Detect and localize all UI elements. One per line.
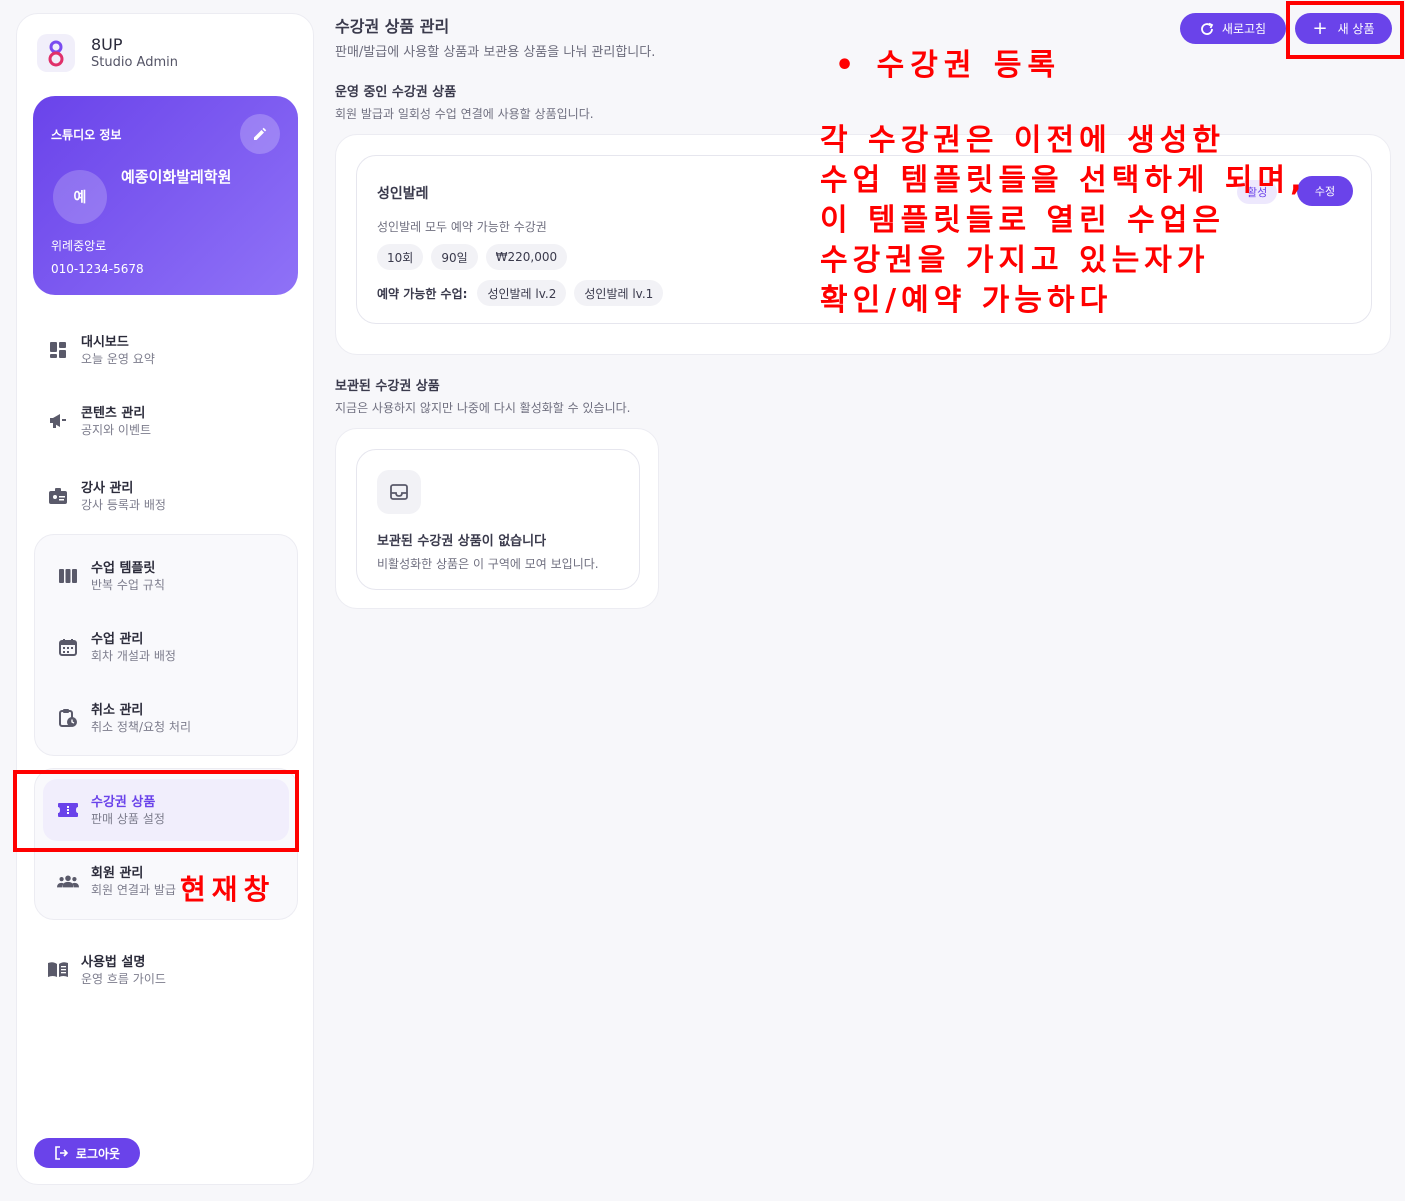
annotation-note-line: 확인/예약 가능하다 <box>820 283 1113 318</box>
current-page-highlight-box <box>13 770 299 852</box>
annotation-note-line: 이 템플릿들로 열린 수업은 <box>820 203 1225 238</box>
sidebar-item-label: 콘텐츠 관리 <box>81 405 146 421</box>
studio-name: 예종이화발레학원 <box>121 168 232 186</box>
sidebar-item-sub: 공지와 이벤트 <box>81 422 152 437</box>
sidebar-item-sub: 강사 등록과 배정 <box>81 497 166 512</box>
product-description: 성인발레 모두 예약 가능한 수강권 <box>377 220 547 234</box>
sidebar-item-class[interactable]: 수업 관리 회차 개설과 배정 <box>57 622 176 672</box>
empty-state-card: 보관된 수강권 상품이 없습니다 비활성화한 상품은 이 구역에 모여 보입니다… <box>356 449 640 590</box>
group-icon <box>57 870 79 892</box>
logout-button[interactable]: 로그아웃 <box>34 1138 140 1168</box>
product-period: 90일 <box>431 244 478 270</box>
product-price: ₩220,000 <box>485 244 568 270</box>
studio-info-card: 스튜디오 정보 예 예종이화발레학원 위례중앙로 010-1234-5678 <box>33 96 298 295</box>
sidebar-item-sub: 반복 수업 규칙 <box>91 577 165 592</box>
badge-icon <box>47 485 69 507</box>
studio-info-label: 스튜디오 정보 <box>51 128 122 142</box>
empty-state-subtitle: 비활성화한 상품은 이 구역에 모여 보입니다. <box>377 557 599 571</box>
sidebar-item-label: 수업 템플릿 <box>91 560 156 576</box>
refresh-button[interactable]: 새로고침 <box>1180 13 1286 44</box>
annotation-current: 현재창 <box>180 873 276 906</box>
sidebar-item-label: 강사 관리 <box>81 480 134 496</box>
annotation-register: • 수강권 등록 <box>835 48 1062 83</box>
sidebar: 8UP Studio Admin 스튜디오 정보 예 예종이화발레학원 위례중앙… <box>16 13 314 1185</box>
sidebar-item-label: 수업 관리 <box>91 631 144 647</box>
annotation-note: 각 수강권은 이전에 생성한 수업 템플릿들을 선택하게 되며, 이 템플릿들로… <box>820 121 1307 321</box>
product-count: 10회 <box>377 244 424 270</box>
logout-label: 로그아웃 <box>75 1146 121 1161</box>
class-nav-group: 수업 템플릿 반복 수업 규칙 수업 관리 회차 개설과 배정 취소 관리 취소 정책… <box>34 534 298 756</box>
product-attributes: 10회 90일 ₩220,000 <box>377 244 575 270</box>
pencil-icon <box>254 127 267 140</box>
sidebar-item-label: 사용법 설명 <box>81 954 146 970</box>
sidebar-item-label: 취소 관리 <box>91 702 144 718</box>
logout-icon <box>55 1146 68 1160</box>
sidebar-item-sub: 취소 정책/요청 처리 <box>91 719 191 734</box>
archived-section-title: 보관된 수강권 상품 <box>335 379 440 394</box>
sidebar-item-content[interactable]: 콘텐츠 관리 공지와 이벤트 <box>47 396 151 446</box>
calendar-icon <box>57 636 79 658</box>
brand[interactable]: 8UP Studio Admin <box>37 34 178 72</box>
archived-section-subtitle: 지금은 사용하지 않지만 나중에 다시 활성화할 수 있습니다. <box>335 401 631 415</box>
sidebar-item-cancel[interactable]: 취소 관리 취소 정책/요청 처리 <box>57 693 191 743</box>
studio-avatar: 예 <box>53 170 107 224</box>
active-section-subtitle: 회원 발급과 일회성 수업 연결에 사용할 상품입니다. <box>335 107 594 121</box>
empty-state-title: 보관된 수강권 상품이 없습니다 <box>377 534 547 549</box>
dashboard-icon <box>47 339 69 361</box>
page-subtitle: 판매/발급에 사용할 상품과 보관용 상품을 나눠 관리합니다. <box>335 45 656 60</box>
inbox-icon <box>377 470 421 514</box>
studio-address: 위례중앙로 <box>51 239 107 253</box>
sidebar-item-template[interactable]: 수업 템플릿 반복 수업 규칙 <box>57 551 165 601</box>
new-product-highlight-box <box>1286 1 1404 59</box>
refresh-label: 새로고침 <box>1221 22 1267 36</box>
sidebar-item-dashboard[interactable]: 대시보드 오늘 운영 요약 <box>47 325 155 375</box>
brand-subtitle: Studio Admin <box>91 54 178 70</box>
page-title: 수강권 상품 관리 <box>335 17 450 36</box>
product-classes: 예약 가능한 수업: 성인발레 lv.2 성인발레 lv.1 <box>377 280 671 306</box>
columns-icon <box>57 565 79 587</box>
sidebar-item-label: 회원 관리 <box>91 865 144 881</box>
clipboard-clock-icon <box>57 707 79 729</box>
refresh-icon <box>1201 22 1214 35</box>
product-name: 성인발레 <box>377 186 429 202</box>
sidebar-item-label: 대시보드 <box>81 334 129 350</box>
book-icon <box>47 959 69 981</box>
brand-logo-icon <box>37 34 75 72</box>
brand-name: 8UP <box>91 34 123 54</box>
studio-phone: 010-1234-5678 <box>51 262 144 276</box>
product-classes-label: 예약 가능한 수업: <box>377 286 468 301</box>
annotation-note-line: 각 수강권은 이전에 생성한 <box>820 123 1225 158</box>
sidebar-item-member[interactable]: 회원 관리 회원 연결과 발급 <box>57 856 176 906</box>
sidebar-item-sub: 오늘 운영 요약 <box>81 351 155 366</box>
sidebar-item-sub: 회차 개설과 배정 <box>91 648 176 663</box>
sidebar-item-guide[interactable]: 사용법 설명 운영 흐름 가이드 <box>47 945 166 995</box>
sidebar-item-instructor[interactable]: 강사 관리 강사 등록과 배정 <box>47 471 166 521</box>
annotation-note-line: 수업 템플릿들을 선택하게 되며, <box>820 163 1307 198</box>
sidebar-item-sub: 회원 연결과 발급 <box>91 882 176 897</box>
class-chip: 성인발레 lv.2 <box>477 280 567 306</box>
archived-products-panel: 보관된 수강권 상품이 없습니다 비활성화한 상품은 이 구역에 모여 보입니다… <box>335 428 659 609</box>
megaphone-icon <box>47 410 69 432</box>
active-section-title: 운영 중인 수강권 상품 <box>335 85 457 100</box>
edit-studio-button[interactable] <box>240 114 280 154</box>
annotation-note-line: 수강권을 가지고 있는자가 <box>820 243 1210 278</box>
sidebar-item-sub: 운영 흐름 가이드 <box>81 971 166 986</box>
class-chip: 성인발레 lv.1 <box>574 280 664 306</box>
